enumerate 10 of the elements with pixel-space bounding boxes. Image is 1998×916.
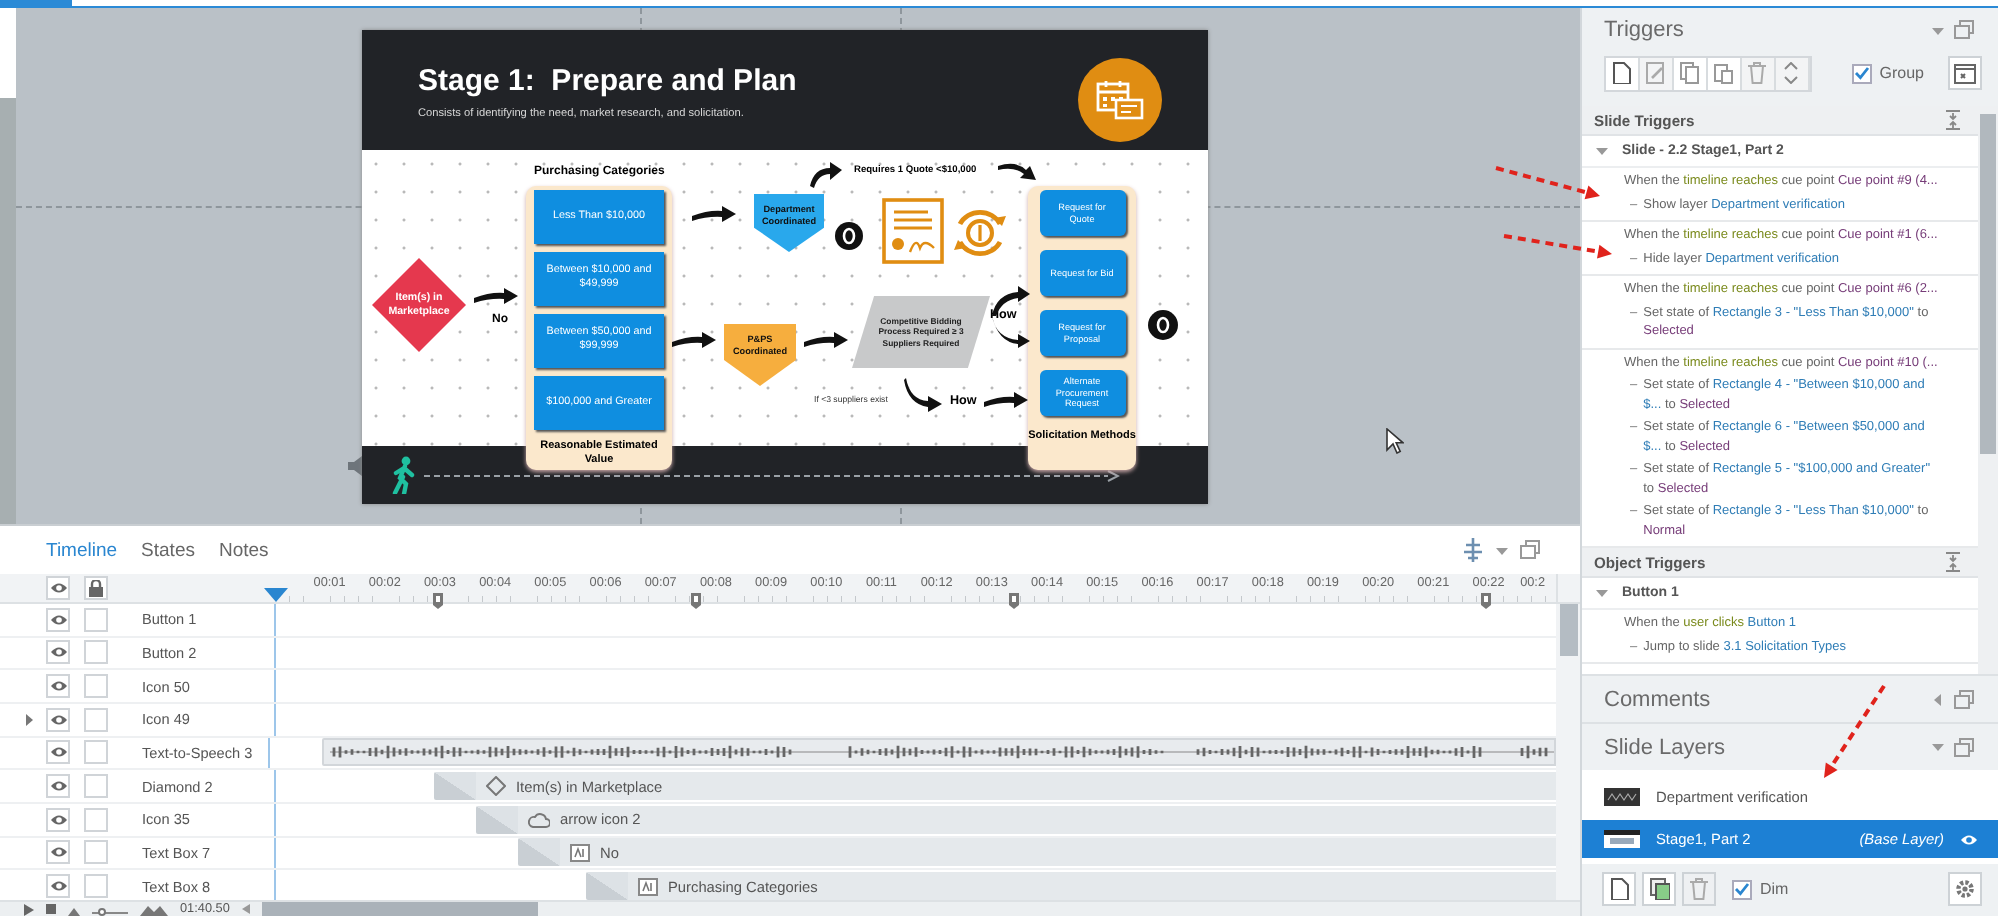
slide-title: Stage 1: Prepare and Plan (418, 64, 797, 98)
checkbox-label: Dim (1760, 880, 1789, 898)
timeline-tab[interactable]: States (135, 535, 201, 565)
panel-header[interactable]: Comments (1582, 674, 1998, 722)
timeline-tab[interactable]: Timeline (40, 535, 124, 565)
panel-title: Slide Layers (1604, 735, 1726, 759)
panel-title: Triggers (1604, 18, 1684, 42)
timeline-tab[interactable]: Notes (212, 535, 275, 565)
panel-title: Comments (1604, 687, 1711, 711)
checkbox-label: Group (1879, 64, 1924, 82)
